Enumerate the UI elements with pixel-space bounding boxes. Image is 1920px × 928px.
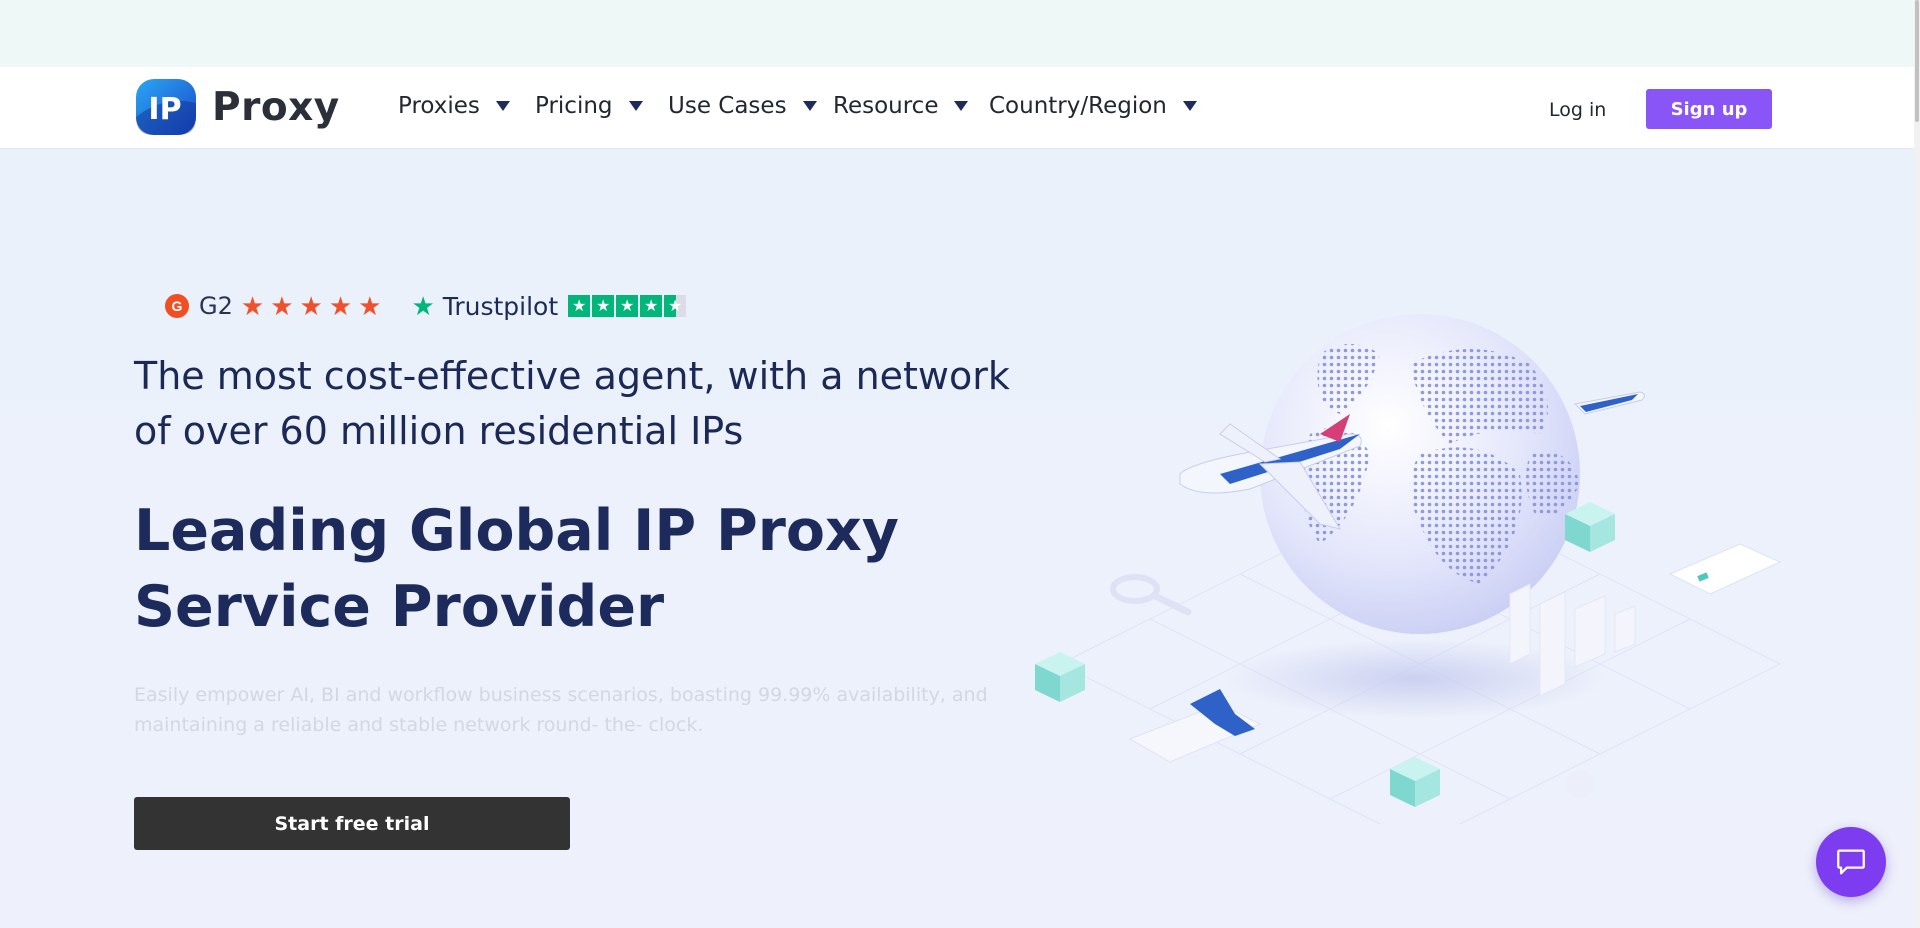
signup-button[interactable]: Sign up: [1646, 89, 1772, 129]
nav-resource[interactable]: Resource: [833, 93, 969, 119]
star-icon: ★: [358, 291, 382, 321]
nav-proxies-label: Proxies: [398, 93, 480, 119]
hero-headline: Leading Global IP Proxy Service Provider: [134, 498, 899, 640]
ratings-row: G G2 ★ ★ ★ ★ ★ ★ Trustpilot ★ ★ ★ ★ ★: [165, 288, 688, 324]
half-star-icon: ★: [664, 295, 687, 317]
globe-illustration: [1035, 314, 1782, 824]
start-free-trial-button[interactable]: Start free trial: [134, 797, 570, 850]
airplane-small: [1573, 391, 1646, 415]
nav-use-cases-label: Use Cases: [668, 93, 787, 119]
caret-down-icon: [802, 101, 817, 111]
login-link[interactable]: Log in: [1549, 99, 1606, 121]
logo-brand-text: Proxy: [212, 84, 340, 130]
g2-stars: ★ ★ ★ ★ ★: [241, 293, 388, 319]
ticket-cards: [1128, 689, 1262, 763]
hero-subtitle: The most cost-effective agent, with a ne…: [134, 354, 1010, 453]
main-navbar: IP Proxy Proxies Pricing Use Cases Resou…: [0, 67, 1920, 149]
nav-pricing-label: Pricing: [535, 93, 613, 119]
star-icon: ★: [568, 295, 591, 317]
page-scrollbar[interactable]: [1914, 0, 1920, 928]
site-logo[interactable]: IP Proxy: [134, 77, 340, 137]
data-cube: [1390, 757, 1440, 807]
g2-label: G2: [199, 292, 233, 320]
star-icon: ★: [592, 295, 615, 317]
top-banner-strip: [0, 0, 1920, 67]
nav-pricing[interactable]: Pricing: [535, 93, 643, 119]
star-icon: ★: [328, 291, 353, 321]
nav-proxies[interactable]: Proxies: [398, 93, 510, 119]
nav-resource-label: Resource: [833, 93, 939, 119]
star-icon: ★: [240, 291, 265, 321]
chat-bubble-icon: [1837, 849, 1865, 875]
trustpilot-label: Trustpilot: [442, 291, 559, 321]
caret-down-icon: [954, 101, 969, 111]
trustpilot-logo-icon: ★: [411, 291, 435, 321]
star-icon: ★: [270, 291, 294, 321]
credit-card: [1668, 543, 1782, 595]
magnifier: [1110, 574, 1192, 616]
star-icon: ★: [640, 295, 663, 317]
hero-section: G G2 ★ ★ ★ ★ ★ ★ Trustpilot ★ ★ ★ ★ ★ Th…: [0, 149, 1920, 928]
caret-down-icon: [495, 101, 510, 111]
nav-country-region[interactable]: Country/Region: [989, 93, 1197, 119]
data-cube: [1035, 652, 1085, 702]
page-scrollbar-thumb[interactable]: [1915, 0, 1919, 122]
chat-button[interactable]: [1816, 827, 1886, 897]
logo-mark-icon: IP: [136, 79, 196, 135]
nav-country-region-label: Country/Region: [989, 93, 1167, 119]
svg-text:IP: IP: [148, 92, 181, 127]
star-icon: ★: [299, 291, 323, 321]
trustpilot-stars: ★ ★ ★ ★ ★: [568, 295, 688, 317]
globe: [1260, 314, 1580, 634]
star-icon: ★: [616, 295, 639, 317]
g2-logo-icon: G: [165, 294, 189, 318]
hero-description: Easily empower AI, BI and workflow busin…: [134, 684, 988, 736]
nav-use-cases[interactable]: Use Cases: [668, 93, 817, 119]
caret-down-icon: [1182, 101, 1197, 111]
caret-down-icon: [628, 101, 643, 111]
